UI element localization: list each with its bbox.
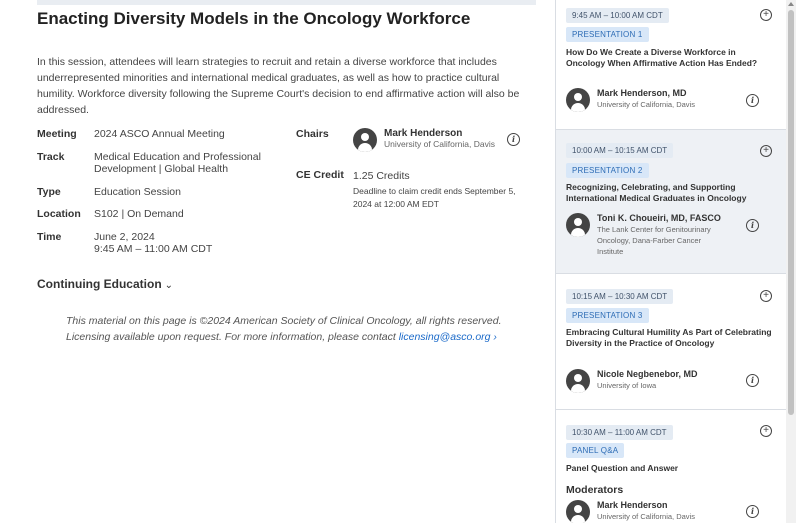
- time-chip: 10:30 AM – 11:00 AM CDT: [566, 425, 673, 440]
- session-description: In this session, attendees will learn st…: [37, 56, 520, 116]
- moderators-label: Moderators: [566, 484, 624, 496]
- meta-value: June 2, 2024 9:45 AM – 11:00 AM CDT: [94, 231, 212, 256]
- chair-name: Mark Henderson: [384, 128, 463, 139]
- continuing-education-toggle[interactable]: Continuing Education ⌄: [37, 277, 173, 291]
- schedule-card[interactable]: 9:45 AM – 10:00 AM CDT + PRESENTATION 1 …: [556, 0, 787, 130]
- speaker-org: University of Iowa: [597, 381, 657, 390]
- schedule-card[interactable]: 10:15 AM – 10:30 AM CDT + PRESENTATION 3…: [556, 274, 787, 410]
- speaker-org: The Lank Center for Genitourinary Oncolo…: [597, 225, 711, 256]
- time-chip: 10:15 AM – 10:30 AM CDT: [566, 289, 674, 304]
- scroll-up-arrow-icon[interactable]: [788, 2, 794, 6]
- meta-value: 2024 ASCO Annual Meeting: [94, 128, 225, 140]
- speaker-name: Mark Henderson, MD: [597, 88, 687, 98]
- info-icon[interactable]: i: [746, 374, 759, 387]
- speaker-name: Toni K. Choueiri, MD, FASCO: [597, 213, 721, 223]
- meta-value: Education Session: [94, 185, 181, 198]
- speaker-name: Nicole Negbenebor, MD: [597, 369, 698, 379]
- meta-label: Time: [37, 230, 62, 243]
- panel-tag: PANEL Q&A: [566, 443, 625, 458]
- schedule-card[interactable]: 10:00 AM – 10:15 AM CDT + PRESENTATION 2…: [556, 130, 787, 274]
- continuing-education-label: Continuing Education: [37, 277, 162, 291]
- ce-credits-value: 1.25 Credits: [353, 170, 410, 182]
- meta-label: Meeting: [37, 128, 77, 140]
- presentation-tag: PRESENTATION 1: [566, 27, 649, 42]
- info-icon[interactable]: i: [746, 505, 759, 518]
- avatar: [566, 88, 590, 112]
- speaker: Toni K. Choueiri, MD, FASCO The Lank Cen…: [566, 213, 731, 257]
- ce-credit: 1.25 Credits Deadline to claim credit en…: [353, 170, 528, 211]
- avatar: [566, 500, 590, 523]
- time-chip: 10:00 AM – 10:15 AM CDT: [566, 143, 674, 158]
- time-chip: 9:45 AM – 10:00 AM CDT: [566, 8, 669, 23]
- ce-credit-label: CE Credit: [296, 169, 344, 181]
- meta-time: Time June 2, 2024 9:45 AM – 11:00 AM CDT: [37, 231, 287, 256]
- page-title: Enacting Diversity Models in the Oncolog…: [37, 9, 471, 28]
- presentation-title[interactable]: How Do We Create a Diverse Workforce in …: [566, 47, 776, 68]
- info-icon[interactable]: i: [746, 94, 759, 107]
- add-icon[interactable]: +: [760, 145, 772, 157]
- meta-date: June 2, 2024: [94, 230, 155, 243]
- add-icon[interactable]: +: [760, 290, 772, 302]
- licensing-email-link[interactable]: licensing@asco.org ›: [399, 331, 497, 343]
- meta-location: Location S102 | On Demand: [37, 208, 287, 221]
- presentation-title[interactable]: Embracing Cultural Humility As Part of C…: [566, 327, 776, 348]
- avatar: [566, 369, 590, 393]
- speaker: Mark Henderson, MD University of Califor…: [566, 88, 731, 112]
- session-schedule-panel: 9:45 AM – 10:00 AM CDT + PRESENTATION 1 …: [555, 0, 787, 523]
- meta-track: Track Medical Education and Professional…: [37, 151, 287, 176]
- moderator-name: Mark Henderson: [597, 500, 668, 510]
- moderator: Mark Henderson University of California,…: [566, 500, 731, 523]
- scrollbar[interactable]: [786, 0, 796, 523]
- meta-label: Type: [37, 185, 61, 198]
- license-notice: This material on this page is ©2024 Amer…: [66, 313, 526, 345]
- info-icon[interactable]: i: [746, 219, 759, 232]
- panel-title[interactable]: Panel Question and Answer: [566, 463, 776, 474]
- avatar: [353, 128, 377, 152]
- presentation-tag: PRESENTATION 3: [566, 308, 649, 323]
- meta-label: Track: [37, 150, 65, 163]
- add-icon[interactable]: +: [760, 425, 772, 437]
- chevron-down-icon: ⌄: [164, 280, 174, 291]
- schedule-card[interactable]: 10:30 AM – 11:00 AM CDT + PANEL Q&A Pane…: [556, 410, 787, 523]
- meta-value: Medical Education and Professional Devel…: [94, 150, 261, 176]
- avatar: [566, 213, 590, 237]
- meta-type: Type Education Session: [37, 186, 287, 199]
- chair-person: Mark Henderson University of California,…: [353, 128, 523, 152]
- speaker-org: University of California, Davis: [597, 100, 695, 109]
- ce-deadline: Deadline to claim credit ends September …: [353, 186, 516, 209]
- info-icon[interactable]: i: [507, 133, 520, 146]
- scrollbar-thumb[interactable]: [788, 10, 794, 415]
- presentation-title[interactable]: Recognizing, Celebrating, and Supporting…: [566, 182, 776, 203]
- top-bar: [37, 0, 536, 5]
- meta-meeting: Meeting 2024 ASCO Annual Meeting: [37, 128, 287, 141]
- add-icon[interactable]: +: [760, 9, 772, 21]
- meta-value: S102 | On Demand: [94, 208, 184, 220]
- speaker: Nicole Negbenebor, MD University of Iowa: [566, 369, 731, 393]
- session-meta: Meeting 2024 ASCO Annual Meeting Track M…: [37, 128, 287, 266]
- moderator-org: University of California, Davis: [597, 512, 695, 521]
- chair-org: University of California, Davis: [384, 139, 496, 149]
- chairs-label: Chairs: [296, 128, 329, 140]
- meta-label: Location: [37, 208, 81, 220]
- meta-time-range: 9:45 AM – 11:00 AM CDT: [94, 243, 213, 255]
- presentation-tag: PRESENTATION 2: [566, 163, 649, 178]
